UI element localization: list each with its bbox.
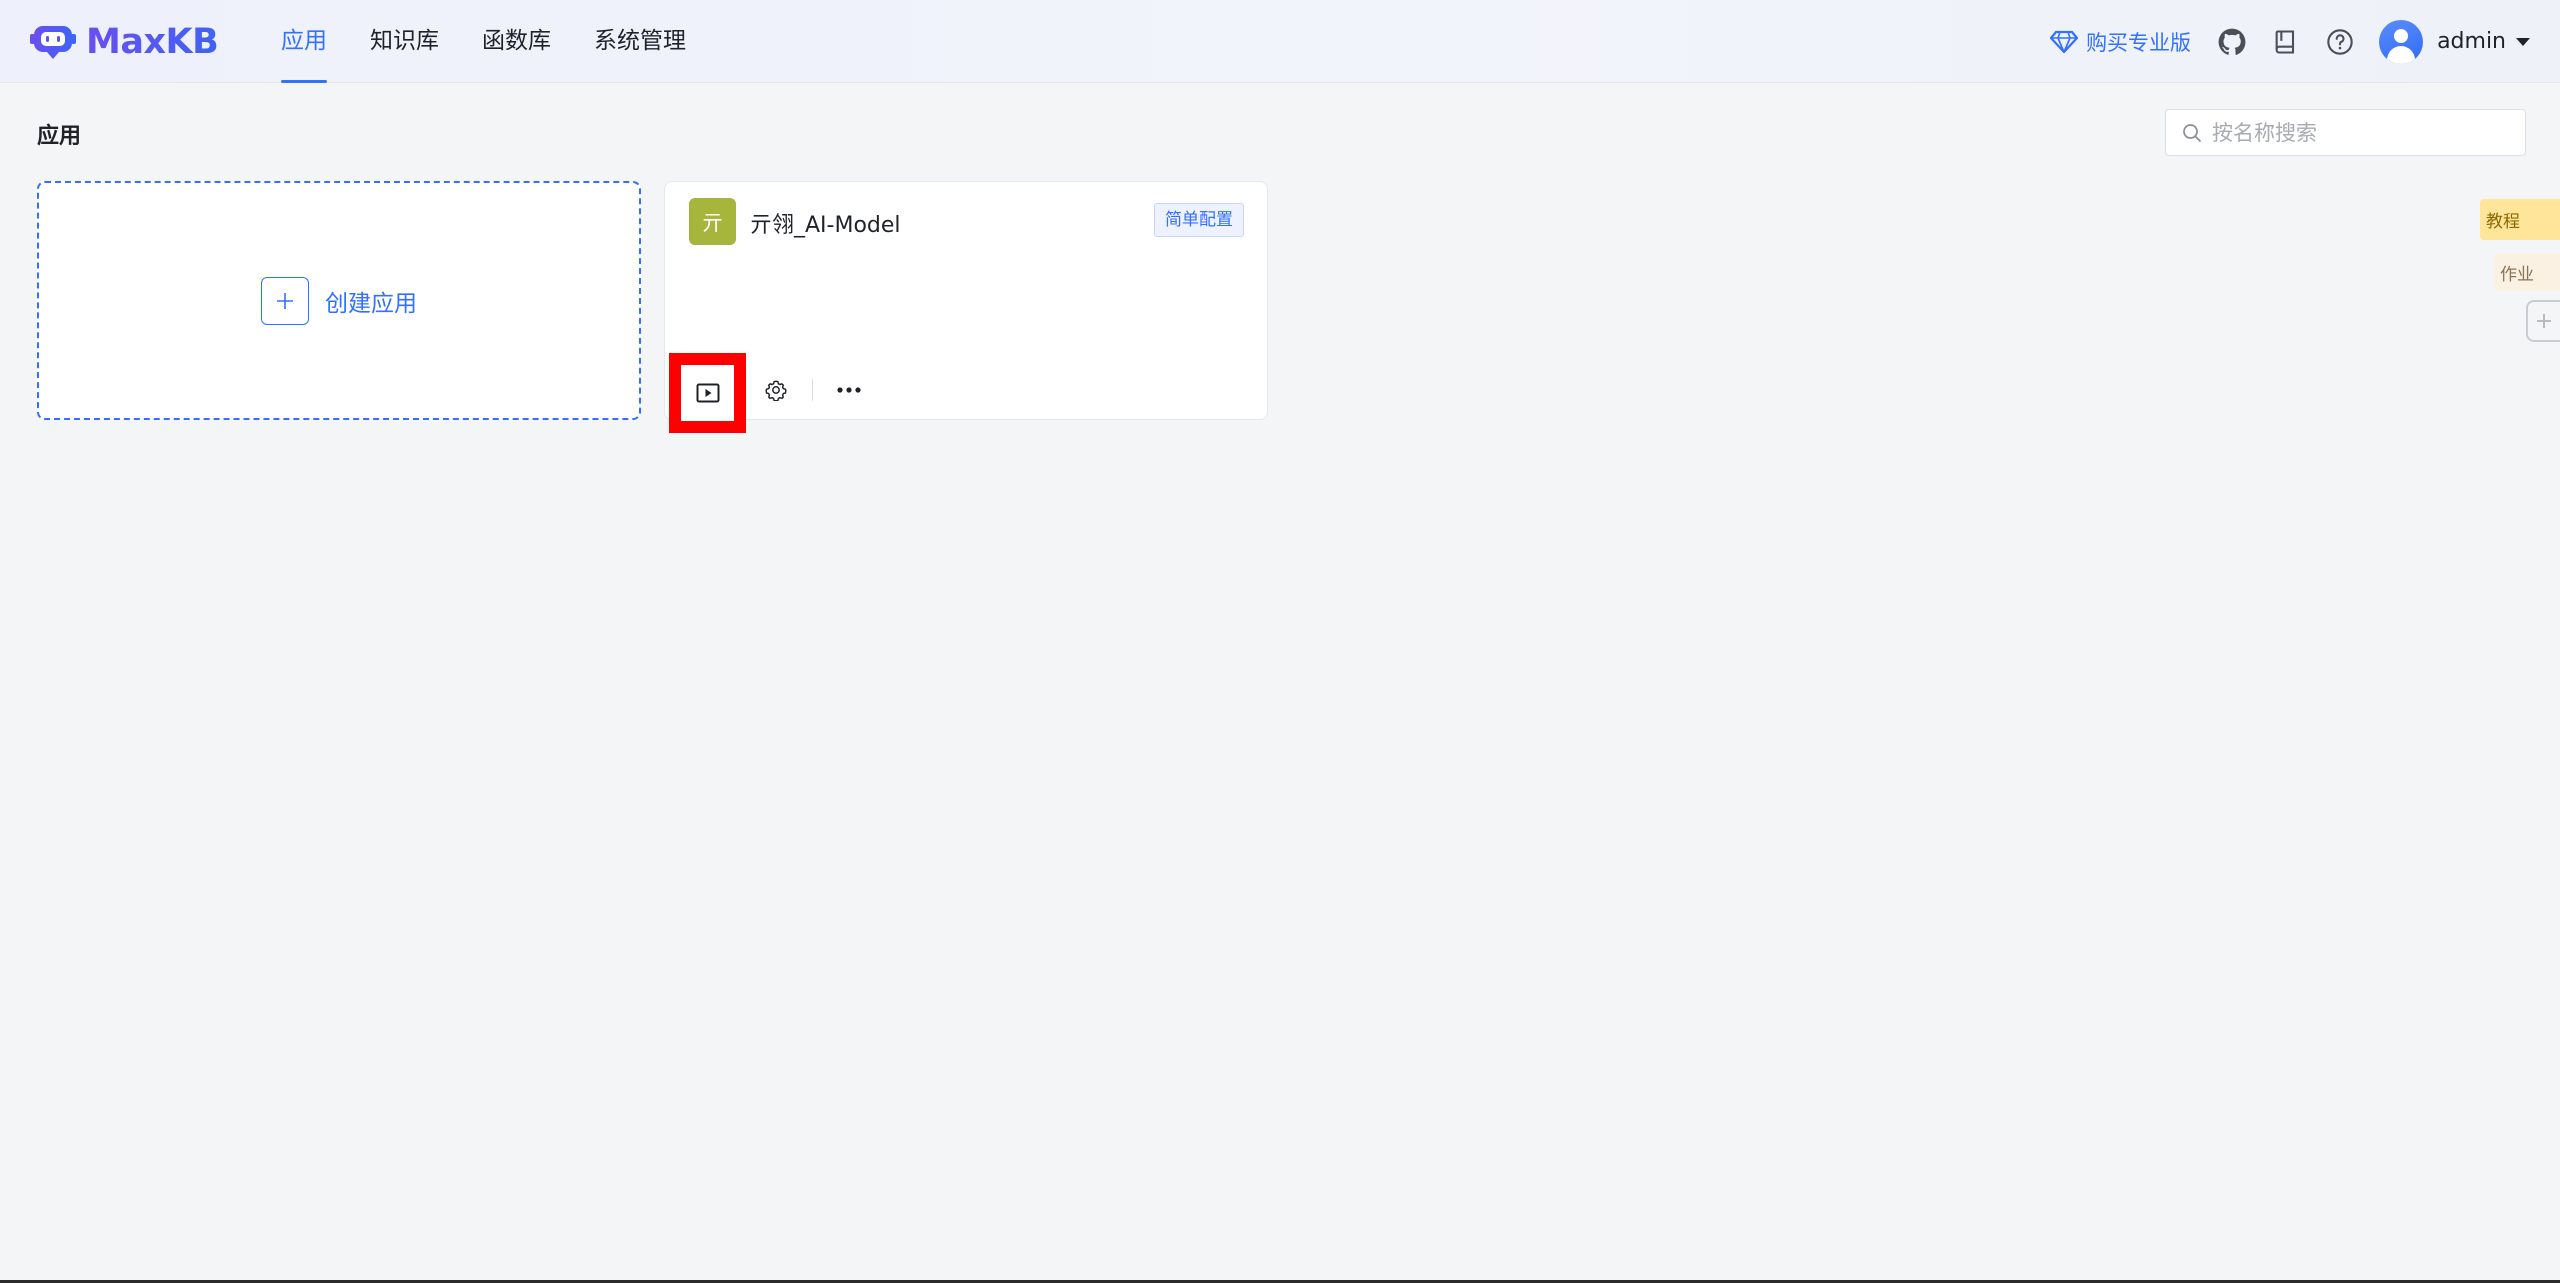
homework-side-tab[interactable]: 作业 (2494, 253, 2560, 291)
demo-button[interactable] (669, 353, 746, 433)
maxkb-logo-icon (30, 26, 76, 59)
gear-icon (765, 380, 787, 401)
avatar (2379, 19, 2424, 64)
homework-label: 作业 (2500, 264, 2534, 285)
logo[interactable]: MaxKB (30, 20, 219, 64)
tutorial-label: 教程 (2486, 212, 2520, 232)
search-icon (2183, 123, 2201, 142)
search-box[interactable] (2165, 109, 2526, 156)
more-button[interactable] (831, 372, 867, 408)
diamond-icon (2050, 30, 2079, 53)
upgrade-label: 购买专业版 (2086, 30, 2192, 55)
nav-function-library[interactable]: 函数库 (482, 0, 551, 83)
nav-knowledge-base[interactable]: 知识库 (370, 0, 439, 83)
header-actions: 购买专业版 admin (2050, 0, 2530, 83)
more-horizontal-icon (837, 387, 861, 393)
caret-down-icon (2516, 37, 2530, 46)
app-card[interactable]: 亓 亓翎_AI-Model 简单配置 (664, 181, 1268, 433)
tutorial-side-tab[interactable]: 教程 (2480, 199, 2560, 240)
book-icon[interactable] (2271, 27, 2301, 57)
username: admin (2437, 29, 2506, 54)
app-card-actions (669, 352, 867, 433)
github-icon[interactable] (2217, 27, 2247, 57)
create-app-label: 创建应用 (325, 290, 417, 317)
play-screen-icon (696, 383, 719, 403)
search-input[interactable] (2212, 120, 2512, 145)
add-side-tab-button[interactable] (2526, 300, 2560, 342)
app-type-badge: 简单配置 (1154, 203, 1244, 237)
app-avatar: 亓 (689, 198, 736, 245)
create-app-card[interactable]: 创建应用 (37, 181, 641, 420)
plus-icon (2537, 314, 2551, 328)
nav-apps[interactable]: 应用 (281, 0, 327, 83)
brand-name: MaxKB (86, 22, 219, 62)
user-menu[interactable]: admin (2379, 19, 2530, 64)
upgrade-button[interactable]: 购买专业版 (2050, 27, 2191, 57)
divider (812, 379, 813, 401)
top-navbar: MaxKB 应用 知识库 函数库 系统管理 购买专业版 admin (0, 0, 2560, 83)
page-title: 应用 (37, 124, 82, 149)
main-nav: 应用 知识库 函数库 系统管理 (281, 0, 729, 83)
plus-icon (261, 276, 309, 325)
nav-system-management[interactable]: 系统管理 (594, 0, 686, 83)
settings-button[interactable] (758, 372, 794, 408)
app-name: 亓翎_AI-Model (750, 213, 901, 238)
help-icon[interactable] (2325, 27, 2355, 57)
